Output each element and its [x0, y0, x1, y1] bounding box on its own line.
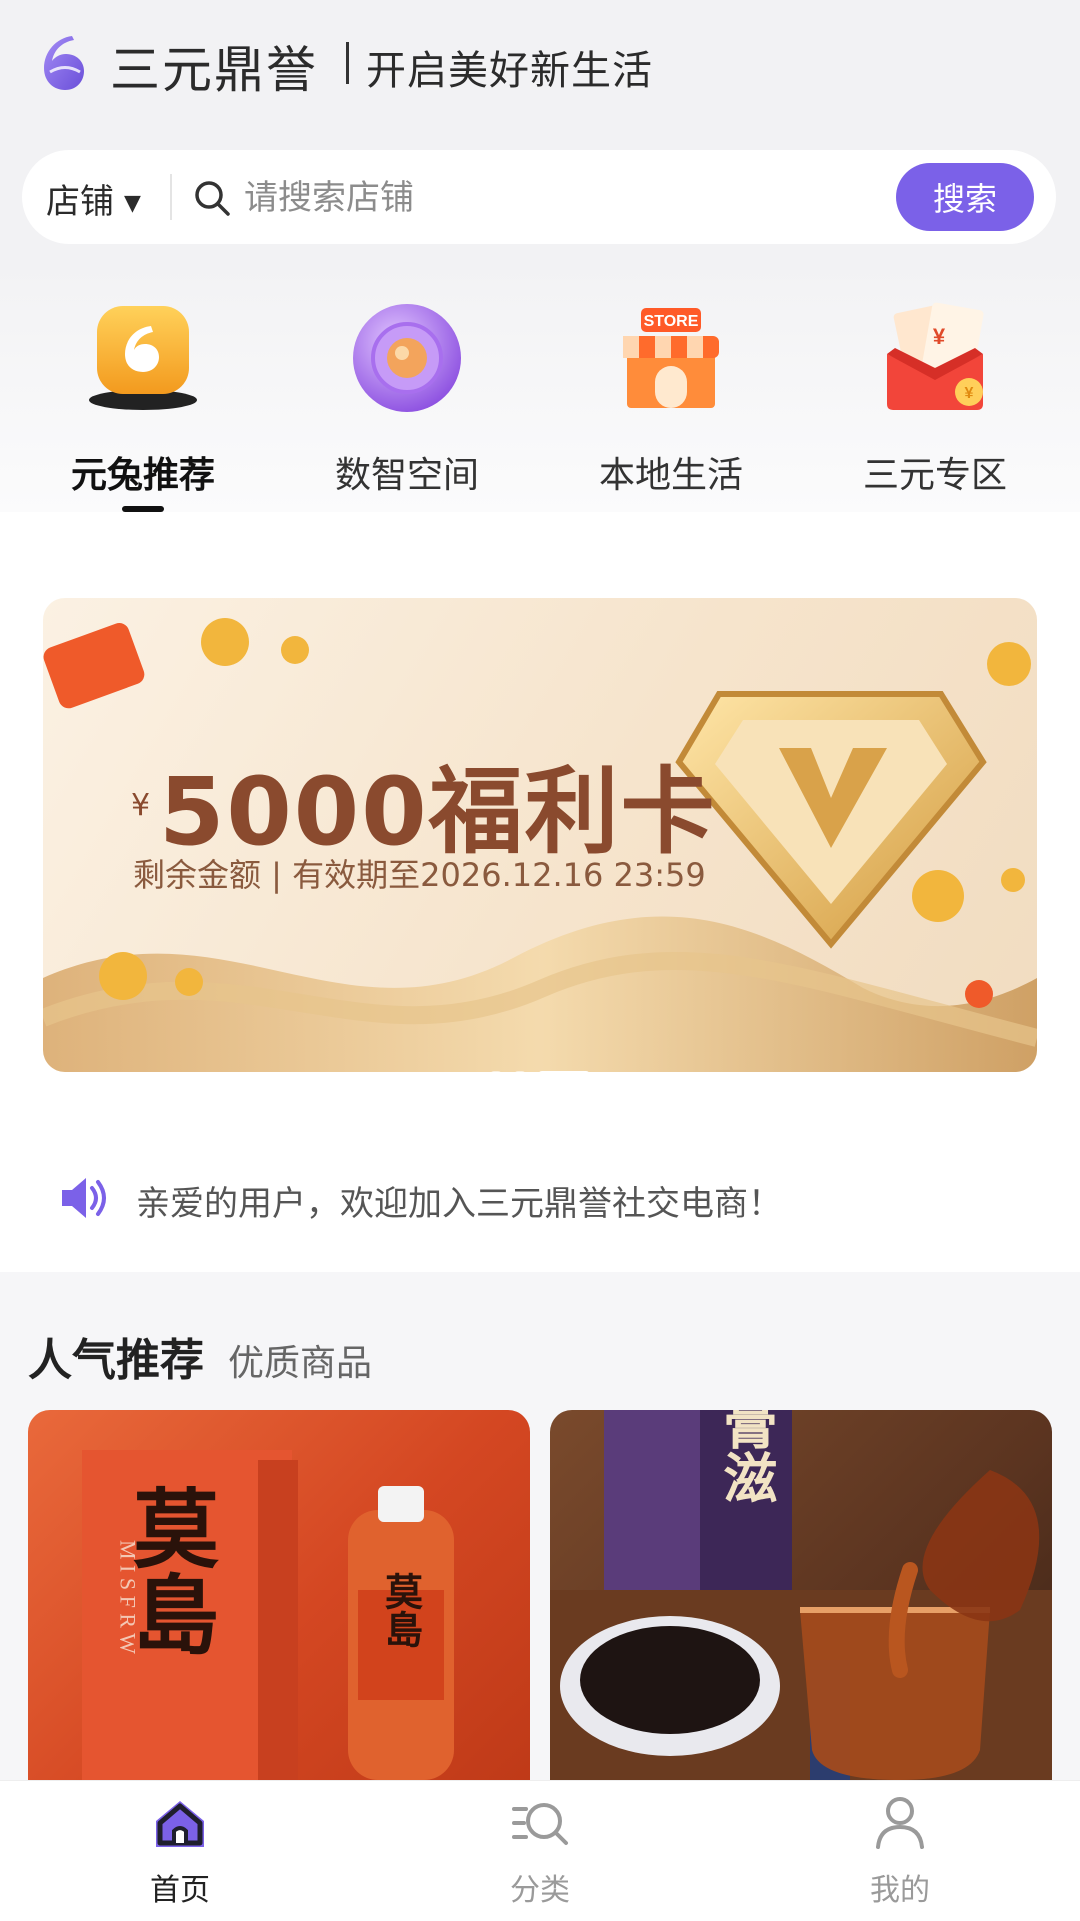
- search-icon: [195, 181, 230, 216]
- product-image: 莫島 M I S F R W 莫島: [82, 1450, 454, 1780]
- header-divider: [346, 42, 349, 84]
- search-area: 店铺 ▼ 搜索: [0, 130, 1080, 260]
- category-label: 数智空间: [334, 455, 479, 496]
- search-button[interactable]: 搜索: [896, 163, 1034, 231]
- product-image: 膏滋: [550, 1410, 1052, 1780]
- category-item-recommend[interactable]: 元兔推荐: [33, 300, 253, 512]
- brand-logo-icon: [44, 36, 84, 90]
- popular-section: 人气推荐 优质商品 莫島 M I S F R W 莫島 膏滋: [0, 1272, 1080, 1780]
- product-box-letters: M I S F R W: [116, 1540, 141, 1654]
- welfare-card-banner[interactable]: ¥ 5000福利卡 剩余金额 | 有效期至2026.12.16 23:59: [43, 598, 1037, 1072]
- carousel-dots: [43, 1064, 1037, 1072]
- category-label: 本地生活: [598, 455, 743, 496]
- svg-text:¥: ¥: [965, 385, 974, 402]
- category-item-digital-space[interactable]: 数智空间: [297, 300, 517, 500]
- svg-text:STORE: STORE: [644, 313, 699, 330]
- caret-down-icon: ▼: [124, 191, 141, 216]
- tab-home[interactable]: 首页: [0, 1781, 360, 1921]
- tab-category[interactable]: 分类: [360, 1781, 720, 1921]
- banner-subtitle: 剩余金额 | 有效期至2026.12.16 23:59: [133, 856, 706, 894]
- carousel-dot[interactable]: [490, 1071, 502, 1072]
- section-title: 人气推荐: [28, 1335, 204, 1386]
- announcement-text: 亲爱的用户，欢迎加入三元鼎誉社交电商！: [136, 1184, 782, 1224]
- search-scope-dropdown[interactable]: 店铺 ▼: [46, 174, 141, 223]
- announcement-bar[interactable]: 亲爱的用户，欢迎加入三元鼎誉社交电商！: [58, 1162, 1038, 1232]
- bottom-tab-bar: 首页 分类 我的: [0, 1780, 1080, 1921]
- carousel-dot-active[interactable]: [538, 1071, 590, 1072]
- category-label: 元兔推荐: [70, 455, 215, 496]
- category-search-icon: [512, 1803, 568, 1845]
- search-input[interactable]: [242, 170, 886, 226]
- search-separator: [170, 174, 172, 220]
- tab-label: 分类: [510, 1873, 570, 1908]
- search-bar: 店铺 ▼ 搜索: [22, 150, 1056, 244]
- carousel-dot[interactable]: [514, 1071, 526, 1072]
- section-subtitle: 优质商品: [228, 1343, 373, 1384]
- home-content: ¥ 5000福利卡 剩余金额 | 有效期至2026.12.16 23:59 亲爱…: [0, 512, 1080, 1272]
- tab-label: 首页: [150, 1873, 210, 1908]
- product-box-label: 膏滋: [714, 1410, 778, 1504]
- tab-label: 我的: [870, 1873, 930, 1908]
- store-icon: STORE: [623, 308, 719, 408]
- currency-symbol: ¥: [131, 788, 151, 823]
- product-card[interactable]: 莫島 M I S F R W 莫島: [28, 1410, 530, 1780]
- red-envelope-icon: ¥ ¥: [887, 302, 984, 410]
- app-header: 三元鼎誉 开启美好新生活: [0, 0, 1080, 130]
- product-bottle-label: 莫島: [379, 1572, 424, 1648]
- brand-slogan: 开启美好新生活: [366, 48, 653, 94]
- product-card[interactable]: 膏滋: [550, 1410, 1052, 1780]
- category-label: 三元专区: [862, 455, 1007, 496]
- tab-profile[interactable]: 我的: [720, 1781, 1080, 1921]
- brand-name: 三元鼎誉: [110, 41, 318, 99]
- speaker-icon: [62, 1178, 106, 1218]
- rabbit-logo-icon: [89, 306, 197, 410]
- category-item-local-life[interactable]: STORE 本地生活: [561, 300, 781, 500]
- home-icon: [156, 1801, 204, 1847]
- category-item-sanyuan-zone[interactable]: ¥ ¥ 三元专区: [825, 300, 1045, 500]
- user-icon: [876, 1797, 924, 1849]
- search-scope-label: 店铺: [46, 182, 114, 222]
- category-nav: 元兔推荐 数智空间 STORE 本地生活 ¥ ¥ 三元专区: [0, 260, 1080, 512]
- target-orb-icon: [353, 304, 461, 412]
- svg-text:¥: ¥: [933, 324, 946, 349]
